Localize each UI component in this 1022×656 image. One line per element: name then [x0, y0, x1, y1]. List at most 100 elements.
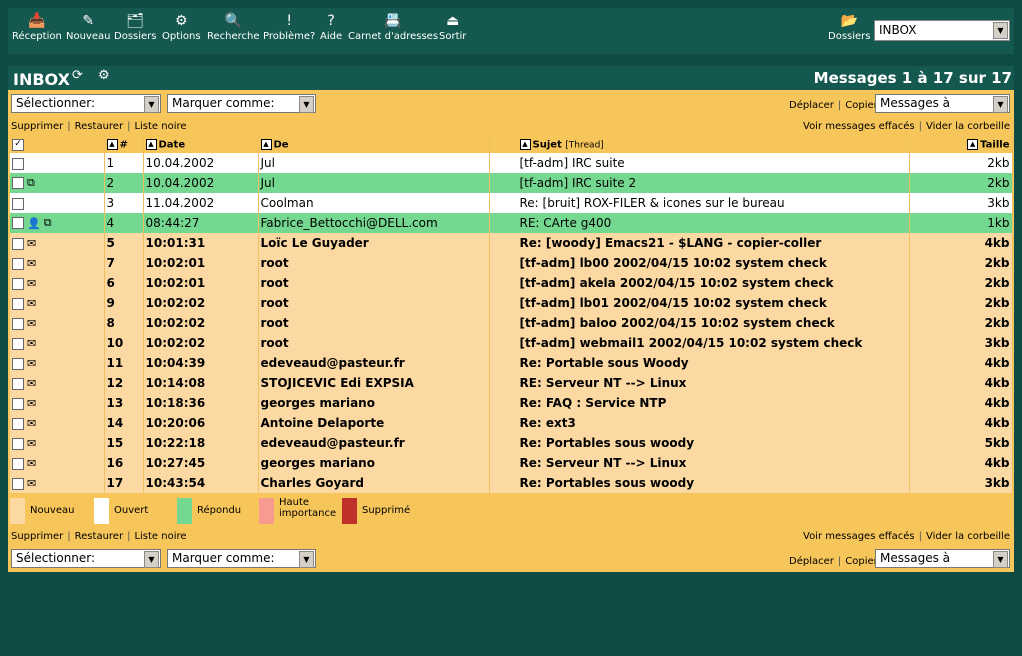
cell-from[interactable]: STOJICEVIC Edi EXPSIA: [258, 373, 490, 393]
sort-icon[interactable]: ▲: [519, 138, 531, 150]
row-select[interactable]: ⧉: [10, 173, 105, 193]
cell-subject[interactable]: Re: ext3: [489, 413, 910, 433]
cell-from[interactable]: edeveaud@pasteur.fr: [258, 353, 490, 373]
row-checkbox[interactable]: [12, 237, 24, 250]
row-select[interactable]: ✉: [10, 453, 105, 473]
row-checkbox[interactable]: [12, 177, 24, 190]
row-select[interactable]: ✉: [10, 273, 105, 293]
cell-subject[interactable]: Re: Portable sous Woody: [489, 353, 910, 373]
row-select[interactable]: ✉: [10, 313, 105, 333]
table-row[interactable]: 1 10.04.2002 Jul [tf-adm] IRC suite 2kb: [10, 153, 1013, 173]
cell-subject[interactable]: [tf-adm] baloo 2002/04/15 10:02 system c…: [489, 313, 910, 333]
header-size[interactable]: ▲ Taille: [909, 136, 1013, 153]
row-checkbox[interactable]: [12, 457, 24, 470]
cell-subject[interactable]: Re: [woody] Emacs21 - $LANG - copier-col…: [489, 233, 910, 253]
row-checkbox[interactable]: [12, 197, 24, 210]
thread-link[interactable]: [Thread]: [565, 140, 604, 150]
row-checkbox[interactable]: [12, 357, 24, 370]
sort-icon[interactable]: ▲: [145, 138, 157, 150]
toolbar-button-recherche[interactable]: 🔍 Recherche: [207, 11, 260, 42]
row-select[interactable]: ✉: [10, 373, 105, 393]
table-row[interactable]: ✉ 11 10:04:39 edeveaud@pasteur.fr Re: Portab…: [10, 353, 1013, 373]
row-select[interactable]: 👤 ⧉: [10, 213, 105, 233]
cell-from[interactable]: root: [258, 273, 490, 293]
table-row[interactable]: ✉ 8 10:02:02 root [tf-adm] baloo 2002/04/15 …: [10, 313, 1013, 333]
cell-from[interactable]: root: [258, 333, 490, 353]
row-checkbox[interactable]: [12, 477, 24, 490]
row-checkbox[interactable]: [12, 377, 24, 390]
refresh-icon[interactable]: ⟳: [72, 68, 83, 83]
cell-subject[interactable]: Re: FAQ : Service NTP: [489, 393, 910, 413]
cell-from[interactable]: Fabrice_Bettocchi@DELL.com: [258, 213, 490, 233]
table-row[interactable]: ✉ 12 10:14:08 STOJICEVIC Edi EXPSIA RE: Serv…: [10, 373, 1013, 393]
toolbar-button-carnet-d-adresses[interactable]: 📇 Carnet d'adresses: [348, 11, 438, 42]
sort-icon[interactable]: ▲: [967, 138, 979, 150]
cell-subject[interactable]: [tf-adm] IRC suite: [489, 153, 910, 173]
cell-from[interactable]: Jul: [258, 173, 490, 193]
view-deleted-link-bottom[interactable]: Voir messages effacés: [803, 531, 915, 542]
sort-icon[interactable]: ▲: [260, 138, 272, 150]
row-select[interactable]: ✉: [10, 293, 105, 313]
table-row[interactable]: ✉ 10 10:02:02 root [tf-adm] webmail1 2002/04…: [10, 333, 1013, 353]
folder-select[interactable]: INBOX ▼: [874, 20, 1010, 41]
toolbar-button-options[interactable]: ⚙ Options: [162, 11, 201, 42]
copy-link[interactable]: Copier: [845, 100, 878, 111]
sort-icon[interactable]: ▲: [106, 138, 118, 150]
cell-from[interactable]: Loïc Le Guyader: [258, 233, 490, 253]
toolbar-button-sortir[interactable]: ⏏ Sortir: [439, 11, 466, 42]
cell-from[interactable]: edeveaud@pasteur.fr: [258, 433, 490, 453]
row-select[interactable]: ✉: [10, 433, 105, 453]
row-select[interactable]: ✉: [10, 253, 105, 273]
header-from[interactable]: ▲ De: [258, 136, 490, 153]
table-row[interactable]: ✉ 13 10:18:36 georges mariano Re: FAQ : Serv…: [10, 393, 1013, 413]
row-checkbox[interactable]: [12, 257, 24, 270]
row-checkbox[interactable]: [12, 417, 24, 430]
restore-link-bottom[interactable]: Restaurer: [75, 531, 123, 542]
toolbar-button-dossiers[interactable]: 🗂 Dossiers: [114, 11, 157, 42]
copy-link-bottom[interactable]: Copier: [845, 556, 878, 567]
delete-link-bottom[interactable]: Supprimer: [11, 531, 63, 542]
blacklist-link-bottom[interactable]: Liste noire: [134, 531, 186, 542]
cell-from[interactable]: root: [258, 293, 490, 313]
row-checkbox[interactable]: [12, 217, 24, 230]
toolbar-button-aide[interactable]: ? Aide: [320, 11, 342, 42]
header-subject[interactable]: ▲ Sujet [Thread]: [489, 136, 910, 153]
table-row[interactable]: ✉ 15 10:22:18 edeveaud@pasteur.fr Re: Portab…: [10, 433, 1013, 453]
row-select[interactable]: ✉: [10, 413, 105, 433]
row-select[interactable]: [10, 193, 105, 213]
header-checkbox[interactable]: ✓: [10, 136, 105, 153]
row-checkbox[interactable]: [12, 297, 24, 310]
row-select[interactable]: ✉: [10, 473, 105, 493]
table-row[interactable]: 👤 ⧉ 4 08:44:27 Fabrice_Bettocchi@DELL.com RE:…: [10, 213, 1013, 233]
restore-link[interactable]: Restaurer: [75, 121, 123, 132]
cell-subject[interactable]: [tf-adm] IRC suite 2: [489, 173, 910, 193]
empty-trash-link-bottom[interactable]: Vider la corbeille: [926, 531, 1010, 542]
table-row[interactable]: ✉ 17 10:43:54 Charles Goyard Re: Portables s…: [10, 473, 1013, 493]
cell-from[interactable]: Coolman: [258, 193, 490, 213]
folders-button[interactable]: 📂 Dossiers: [828, 11, 871, 42]
view-deleted-link[interactable]: Voir messages effacés: [803, 121, 915, 132]
row-select[interactable]: ✉: [10, 393, 105, 413]
cell-from[interactable]: georges mariano: [258, 453, 490, 473]
cell-subject[interactable]: Re: Portables sous woody: [489, 433, 910, 453]
cell-subject[interactable]: RE: Serveur NT --> Linux: [489, 373, 910, 393]
table-row[interactable]: ✉ 16 10:27:45 georges mariano Re: Serveur NT…: [10, 453, 1013, 473]
cell-subject[interactable]: [tf-adm] webmail1 2002/04/15 10:02 syste…: [489, 333, 910, 353]
move-link[interactable]: Déplacer: [789, 100, 834, 111]
row-checkbox[interactable]: [12, 397, 24, 410]
row-select[interactable]: ✉: [10, 333, 105, 353]
mark-as-dropdown[interactable]: Marquer comme: ▼: [167, 94, 316, 113]
cell-subject[interactable]: Re: [bruit] ROX-FILER & icones sur le bu…: [489, 193, 910, 213]
delete-link[interactable]: Supprimer: [11, 121, 63, 132]
cell-subject[interactable]: [tf-adm] akela 2002/04/15 10:02 system c…: [489, 273, 910, 293]
row-checkbox[interactable]: [12, 317, 24, 330]
header-num[interactable]: ▲ #: [104, 136, 144, 153]
header-date[interactable]: ▲ Date: [143, 136, 259, 153]
table-row[interactable]: ✉ 14 10:20:06 Antoine Delaporte Re: ext3 4kb: [10, 413, 1013, 433]
row-select[interactable]: ✉: [10, 353, 105, 373]
blacklist-link[interactable]: Liste noire: [134, 121, 186, 132]
table-row[interactable]: ✉ 6 10:02:01 root [tf-adm] akela 2002/04/15 …: [10, 273, 1013, 293]
target-folder-dropdown-bottom[interactable]: Messages à ▼: [875, 549, 1010, 568]
cell-subject[interactable]: Re: Portables sous woody: [489, 473, 910, 493]
row-checkbox[interactable]: [12, 277, 24, 290]
